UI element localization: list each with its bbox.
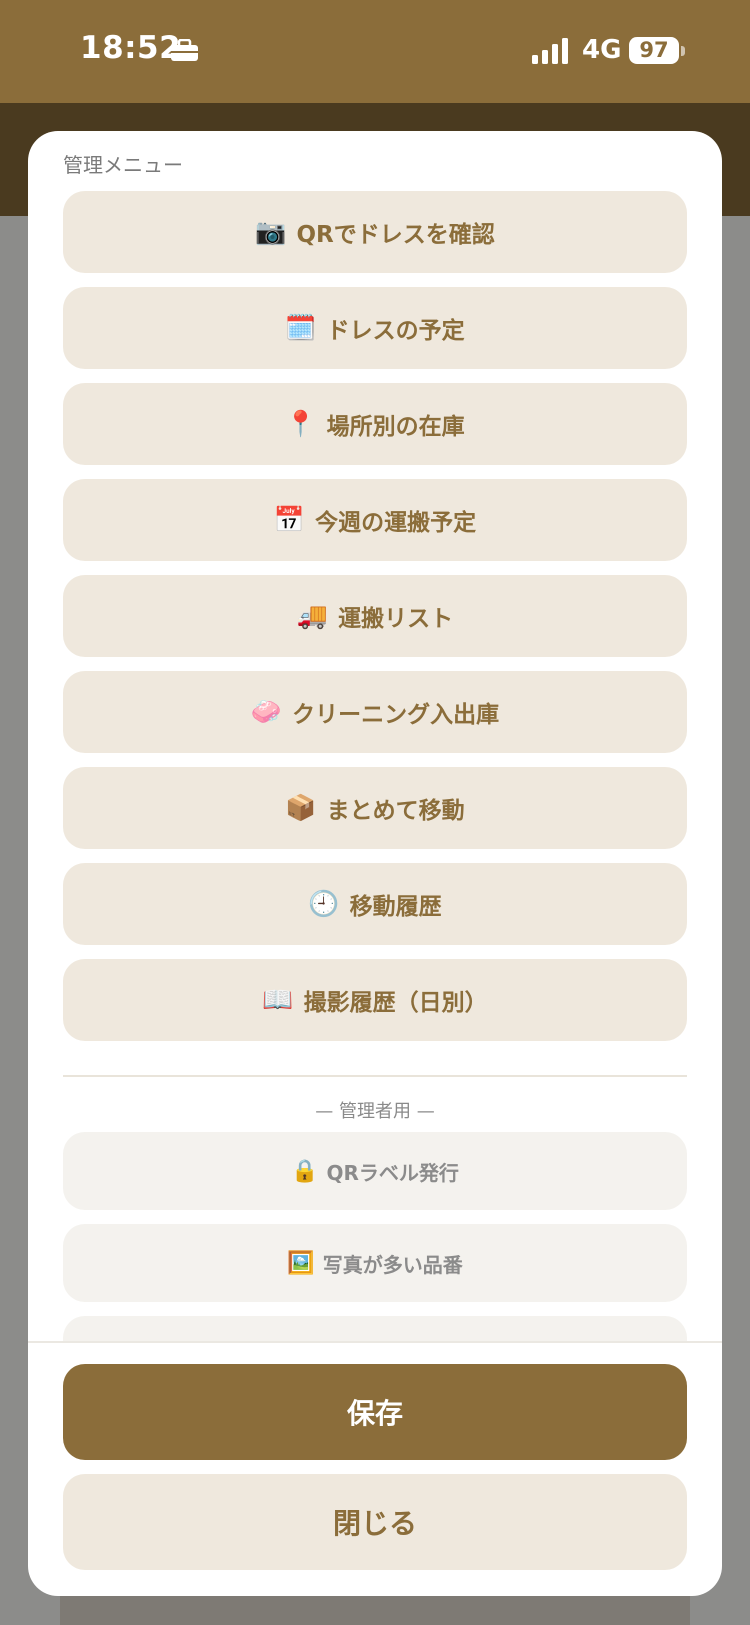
qr-dress-check-button[interactable]: 📷 QRでドレスを確認 (63, 191, 687, 273)
save-button[interactable]: 保存 (63, 1364, 687, 1460)
network-type: 4G (582, 35, 622, 65)
status-bar: 18:52 4G 97 (0, 0, 750, 103)
move-history-button[interactable]: 🕘 移動履歴 (63, 863, 687, 945)
menu-item-label: 撮影履歴（日別） (303, 990, 488, 1016)
photo-history-button[interactable]: 📖 撮影履歴（日別） (63, 959, 687, 1041)
menu-item-label: クリーニング入出庫 (292, 702, 500, 728)
section-divider (63, 1075, 687, 1077)
footer-separator (28, 1341, 722, 1343)
status-time: 18:52 (80, 30, 182, 66)
menu-item-label: 今週の運搬予定 (315, 510, 477, 536)
admin-menu-modal: 管理メニュー 📷 QRでドレスを確認 🗓️ ドレスの予定 📍 場所別の在庫 📅 … (28, 131, 722, 1596)
admin-item-label: 写真が多い品番 (322, 1252, 463, 1277)
menu-item-label: まとめて移動 (326, 798, 465, 824)
calendar-icon: 🗓️ (285, 313, 317, 342)
stock-by-location-button[interactable]: 📍 場所別の在庫 (63, 383, 687, 465)
admin-section-label: — 管理者用 — (315, 1101, 435, 1122)
picture-icon: 🖼️ (287, 1250, 315, 1276)
weekly-transport-button[interactable]: 📅 今週の運搬予定 (63, 479, 687, 561)
battery-indicator: 97 (629, 37, 679, 64)
menu-item-label: 運搬リスト (338, 606, 454, 632)
bulk-move-button[interactable]: 📦 まとめて移動 (63, 767, 687, 849)
menu-scroll-area[interactable]: 管理メニュー 📷 QRでドレスを確認 🗓️ ドレスの予定 📍 場所別の在庫 📅 … (28, 131, 722, 1341)
qr-label-issue-button[interactable]: 🔒 QRラベル発行 (63, 1132, 687, 1210)
pin-icon: 📍 (285, 409, 317, 438)
close-button[interactable]: 閉じる (63, 1474, 687, 1570)
briefcase-icon (171, 39, 198, 61)
menu-item-label: 移動履歴 (349, 894, 442, 920)
cleaning-in-out-button[interactable]: 🧼 クリーニング入出庫 (63, 671, 687, 753)
admin-item-partial[interactable] (63, 1316, 687, 1341)
truck-icon: 🚚 (296, 601, 329, 630)
transport-list-button[interactable]: 🚚 運搬リスト (63, 575, 687, 657)
signal-icon (532, 38, 568, 64)
many-photos-items-button[interactable]: 🖼️ 写真が多い品番 (63, 1224, 687, 1302)
dress-schedule-button[interactable]: 🗓️ ドレスの予定 (63, 287, 687, 369)
clock-icon: 🕘 (308, 889, 340, 918)
modal-title: 管理メニュー (63, 153, 183, 177)
book-icon: 📖 (262, 985, 294, 1014)
menu-item-label: ドレスの予定 (326, 318, 465, 344)
admin-item-label: QRラベル発行 (326, 1160, 459, 1185)
menu-item-label: 場所別の在庫 (326, 414, 465, 440)
package-icon: 📦 (285, 793, 317, 822)
menu-item-label: QRでドレスを確認 (296, 222, 495, 248)
battery-tip (681, 46, 685, 56)
soap-icon: 🧼 (250, 697, 283, 726)
lock-icon: 🔒 (291, 1158, 319, 1184)
camera-icon: 📷 (255, 217, 287, 246)
calendar-icon: 📅 (273, 505, 306, 534)
